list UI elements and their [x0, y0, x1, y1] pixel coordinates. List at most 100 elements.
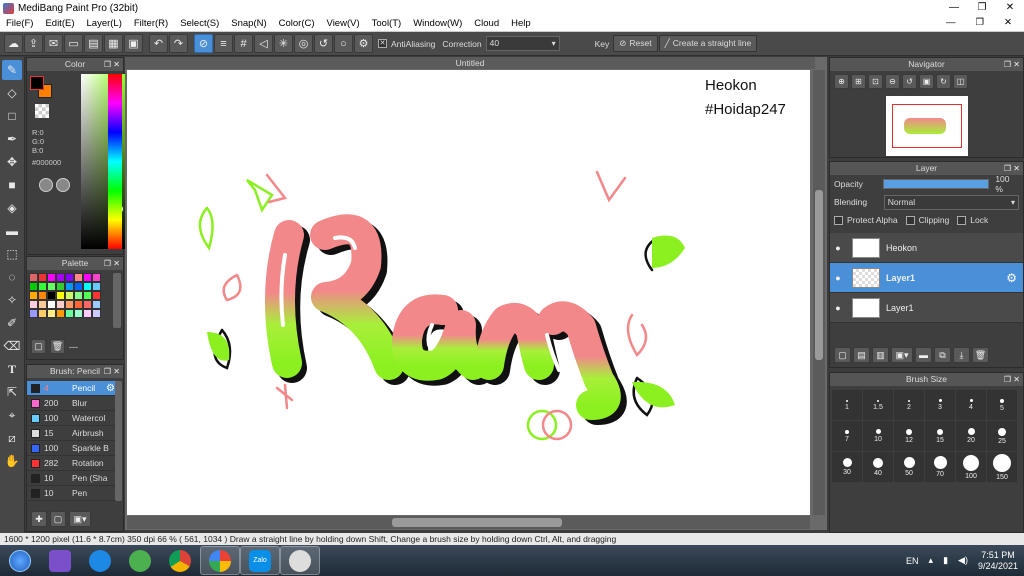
- palette-swatch[interactable]: [92, 291, 101, 300]
- brush-settings-gear-icon[interactable]: ⚙: [106, 383, 115, 394]
- clipping-checkbox[interactable]: [905, 215, 915, 225]
- brush-size-option[interactable]: 25: [987, 421, 1017, 451]
- palette-swatch[interactable]: [47, 309, 56, 318]
- text-tool-icon[interactable]: T: [2, 359, 22, 379]
- reset-button[interactable]: ⊘ Reset: [613, 35, 658, 52]
- primary-color-swatch[interactable]: [30, 76, 44, 90]
- volume-icon[interactable]: ◀): [958, 555, 968, 566]
- doc-restore-button[interactable]: ❐: [970, 17, 991, 28]
- palette-swatch[interactable]: [29, 282, 38, 291]
- new-halftone-layer-icon[interactable]: ▤: [853, 347, 870, 363]
- dot-tool-icon[interactable]: ✒: [2, 129, 22, 149]
- share-icon[interactable]: ⇪: [24, 34, 43, 53]
- zoom-out-icon[interactable]: ⊖: [885, 74, 900, 89]
- snap-grid-icon[interactable]: #: [234, 34, 253, 53]
- palette-swatch[interactable]: [65, 300, 74, 309]
- palette-swatch[interactable]: [29, 300, 38, 309]
- snap-settings-icon[interactable]: ⚙: [354, 34, 373, 53]
- brush-item[interactable]: 10 Pen (Sha: [27, 471, 117, 486]
- palette-swatch[interactable]: [38, 300, 47, 309]
- flip-icon[interactable]: ◫: [953, 74, 968, 89]
- palette-swatch[interactable]: [74, 309, 83, 318]
- palette-swatch[interactable]: [56, 309, 65, 318]
- snap-off-icon[interactable]: ⊘: [194, 34, 213, 53]
- maximize-button[interactable]: ❐: [968, 0, 996, 16]
- merge-layer-icon[interactable]: ⤓: [953, 347, 970, 363]
- brush-scrollbar[interactable]: [115, 381, 122, 501]
- layer-settings-gear-icon[interactable]: ⚙: [1006, 271, 1017, 285]
- correction-select[interactable]: 40: [485, 36, 560, 51]
- minimize-button[interactable]: —: [940, 0, 968, 16]
- taskbar-chrome-2[interactable]: [200, 546, 240, 575]
- menu-window[interactable]: Window(W): [407, 18, 468, 29]
- magic-wand-icon[interactable]: ✧: [2, 290, 22, 310]
- menu-filter[interactable]: Filter(R): [128, 18, 174, 29]
- gradient-tool-icon[interactable]: ▬: [2, 221, 22, 241]
- lasso-tool-icon[interactable]: ◌: [2, 267, 22, 287]
- reset-view-icon[interactable]: ▣: [919, 74, 934, 89]
- select-tool-icon[interactable]: ⬚: [2, 244, 22, 264]
- palette-swatch[interactable]: [83, 309, 92, 318]
- brush-item[interactable]: 10 Pen: [27, 486, 117, 501]
- move-tool-icon[interactable]: ✥: [2, 152, 22, 172]
- brush-tool-icon[interactable]: ✎: [2, 60, 22, 80]
- palette-swatch[interactable]: [47, 300, 56, 309]
- navigator-preview[interactable]: [886, 96, 968, 156]
- page-manage-icon[interactable]: ▦: [104, 34, 123, 53]
- blending-select[interactable]: Normal: [883, 194, 1019, 210]
- visibility-icon[interactable]: ●: [830, 303, 846, 313]
- add-brush-icon[interactable]: ✚: [31, 511, 47, 527]
- add-layer-menu-icon[interactable]: ▣▾: [891, 347, 913, 363]
- brush-size-option[interactable]: 12: [894, 421, 924, 451]
- palette-swatch[interactable]: [38, 282, 47, 291]
- network-icon[interactable]: ▮: [943, 555, 948, 566]
- new-layer-icon[interactable]: ▢: [834, 347, 851, 363]
- palette-swatch[interactable]: [56, 300, 65, 309]
- taskbar-coccoc[interactable]: [120, 546, 160, 575]
- comment-icon[interactable]: ✉: [44, 34, 63, 53]
- snap-parallel-icon[interactable]: ≡: [214, 34, 233, 53]
- palette-swatch[interactable]: [56, 291, 65, 300]
- lock-checkbox[interactable]: [957, 215, 967, 225]
- taskbar-medibang[interactable]: [280, 546, 320, 575]
- palette-scrollbar[interactable]: [113, 273, 121, 328]
- doc-close-button[interactable]: ✕: [998, 17, 1018, 28]
- palette-swatch[interactable]: [74, 282, 83, 291]
- menu-file[interactable]: File(F): [0, 18, 39, 29]
- menu-edit[interactable]: Edit(E): [39, 18, 80, 29]
- visibility-icon[interactable]: ●: [830, 243, 846, 253]
- menu-select[interactable]: Select(S): [174, 18, 225, 29]
- brush-size-option[interactable]: 5: [987, 390, 1017, 420]
- zoom-in-icon[interactable]: ⊕: [834, 74, 849, 89]
- cloud-icon[interactable]: ☁: [4, 34, 23, 53]
- palette-swatch[interactable]: [92, 273, 101, 282]
- brush-item[interactable]: 4 Pencil ⚙: [27, 381, 117, 396]
- brush-item[interactable]: 282 Rotation: [27, 456, 117, 471]
- layer-row[interactable]: ● Heokon: [830, 233, 1023, 263]
- brush-size-option[interactable]: 2: [894, 390, 924, 420]
- canvas-vertical-scrollbar[interactable]: [813, 70, 825, 515]
- saturation-picker[interactable]: [81, 74, 131, 249]
- drawing-canvas[interactable]: Heokon #Hoidap247: [127, 70, 810, 515]
- select-pen-icon[interactable]: ✐: [2, 313, 22, 333]
- brush-size-option[interactable]: 150: [987, 452, 1017, 482]
- brush-size-option[interactable]: 30: [832, 452, 862, 482]
- palette-swatch[interactable]: [74, 273, 83, 282]
- eraser-tool-icon[interactable]: ◇: [2, 83, 22, 103]
- palette-swatch[interactable]: [47, 282, 56, 291]
- rotate-left-icon[interactable]: ↺: [902, 74, 917, 89]
- palette-swatch[interactable]: [83, 300, 92, 309]
- palette-swatch[interactable]: [74, 300, 83, 309]
- clock[interactable]: 7:51 PM 9/24/2021: [978, 550, 1018, 572]
- palette-swatch[interactable]: [56, 273, 65, 282]
- palette-swatch[interactable]: [47, 273, 56, 282]
- brush-size-option[interactable]: 3: [925, 390, 955, 420]
- brush-size-option[interactable]: 40: [863, 452, 893, 482]
- visibility-icon[interactable]: ●: [830, 273, 846, 283]
- layer-row[interactable]: ● Layer1: [830, 293, 1023, 323]
- menu-help[interactable]: Help: [505, 18, 537, 29]
- add-palette-icon[interactable]: ▢: [31, 339, 46, 354]
- zoom-fit-icon[interactable]: ⊡: [868, 74, 883, 89]
- bucket-tool-icon[interactable]: ◈: [2, 198, 22, 218]
- menu-color[interactable]: Color(C): [273, 18, 321, 29]
